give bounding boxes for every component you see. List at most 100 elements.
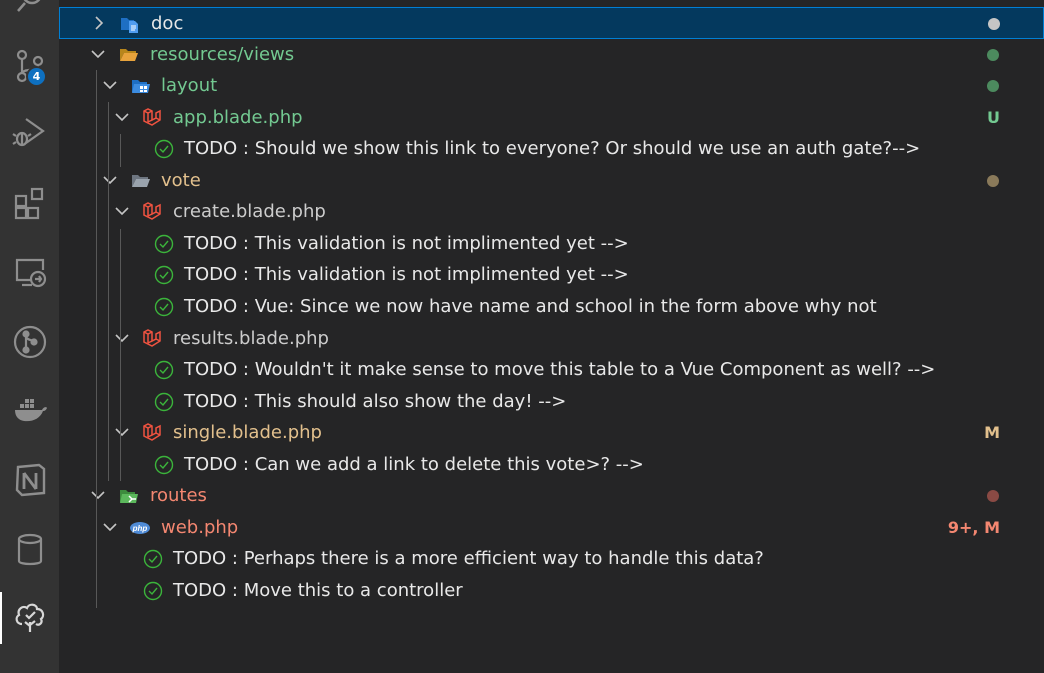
todo-check-icon (154, 392, 174, 412)
doc-folder-icon (120, 14, 140, 34)
svg-text:php: php (132, 524, 148, 533)
todo-item[interactable]: TODO : This should also show the day! --… (59, 386, 1044, 418)
tree-folder-row[interactable]: layout (59, 70, 1044, 102)
git-decoration: M (984, 423, 1000, 443)
run-debug-activity-button[interactable] (0, 106, 59, 158)
todo-label: TODO : Wouldn't it make sense to move th… (184, 359, 936, 381)
tree-file-row[interactable]: results.blade.php (59, 323, 1044, 355)
php-icon: php (130, 518, 150, 538)
todo-check-icon (154, 360, 174, 380)
laravel-icon (142, 328, 162, 349)
todo-item[interactable]: TODO : Move this to a controller (59, 575, 1044, 607)
indent-guide (96, 544, 97, 608)
vscode-window: 4 doc resources/views layout app.blade.php U… (0, 0, 1044, 673)
gitlens-icon (12, 324, 48, 360)
todo-check-icon (154, 265, 174, 285)
remote-explorer-icon (12, 254, 48, 290)
tree-item-label: routes (150, 485, 207, 507)
gitlens-activity-button[interactable] (0, 316, 59, 368)
tree-item-label: resources/views (150, 43, 295, 65)
tree-file-row[interactable]: php web.php 9+, M (59, 512, 1044, 544)
extensions-icon (12, 186, 48, 222)
todo-tree-icon (12, 600, 48, 636)
folder-open-icon (119, 45, 139, 65)
search-icon (12, 0, 48, 36)
todo-item[interactable]: TODO : Should we show this link to every… (59, 133, 1044, 165)
tree-item-label: doc (151, 13, 184, 34)
todo-label: TODO : Vue: Since we now have name and s… (184, 295, 877, 317)
notion-activity-button[interactable] (0, 454, 59, 506)
tree-item-label: layout (161, 75, 218, 97)
todo-check-icon (154, 139, 174, 159)
extensions-activity-button[interactable] (0, 178, 59, 230)
chevron-down-icon[interactable] (114, 424, 130, 440)
chevron-right-icon[interactable] (91, 15, 107, 31)
git-decoration: U (987, 107, 1000, 127)
git-status-dot (988, 18, 1000, 30)
tree-item-label: app.blade.php (173, 106, 303, 128)
chevron-down-icon[interactable] (102, 172, 118, 188)
tree-item-label: web.php (161, 516, 239, 538)
chevron-down-icon[interactable] (90, 46, 106, 62)
tree-file-row[interactable]: create.blade.php (59, 196, 1044, 228)
chevron-down-icon[interactable] (90, 487, 106, 503)
git-status-dot (987, 490, 999, 503)
tree-item-label: single.blade.php (173, 422, 322, 444)
indent-guide (120, 229, 121, 481)
database-icon (12, 532, 48, 568)
git-decoration: 9+, M (947, 517, 1000, 537)
tree-folder-row[interactable]: vote (59, 165, 1044, 197)
source-control-badge: 4 (26, 66, 47, 87)
todo-label: TODO : Move this to a controller (173, 579, 463, 601)
todo-item[interactable]: TODO : Wouldn't it make sense to move th… (59, 354, 1044, 386)
todo-label: TODO : Perhaps there is a more efficient… (173, 548, 764, 570)
docker-icon (12, 392, 48, 428)
docker-activity-button[interactable] (0, 384, 59, 436)
todo-tree-view: doc resources/views layout app.blade.php U TO… (59, 0, 1044, 673)
todo-label: TODO : This should also show the day! --… (184, 390, 567, 412)
tree-item-label: results.blade.php (173, 327, 329, 349)
tree-file-row[interactable]: app.blade.php U (59, 102, 1044, 134)
chevron-down-icon[interactable] (102, 77, 118, 93)
tree-file-row[interactable]: single.blade.php M (59, 417, 1044, 449)
todo-label: TODO : Can we add a link to delete this … (184, 453, 644, 475)
todo-check-icon (143, 581, 163, 601)
todo-label: TODO : This validation is not implimente… (184, 232, 629, 254)
tree-item-label: create.blade.php (173, 201, 326, 223)
laravel-icon (142, 423, 162, 443)
chevron-down-icon[interactable] (114, 203, 130, 219)
indent-guide (96, 70, 97, 608)
chevron-down-icon[interactable] (114, 109, 130, 125)
layout-folder-icon (131, 76, 151, 96)
todo-label: TODO : Should we show this link to every… (184, 138, 921, 160)
run-debug-icon (11, 114, 48, 150)
git-status-dot (987, 80, 999, 93)
activity-bar: 4 (0, 0, 59, 673)
todo-item[interactable]: TODO : Can we add a link to delete this … (59, 449, 1044, 481)
todo-tree-activity-button[interactable] (0, 592, 59, 644)
todo-item[interactable]: TODO : This validation is not implimente… (59, 228, 1044, 260)
todo-item[interactable]: TODO : This validation is not implimente… (59, 259, 1044, 291)
git-status-dot (987, 48, 999, 61)
tree-folder-row[interactable]: resources/views (59, 39, 1044, 71)
tree-item-label: vote (161, 169, 201, 191)
notion-icon (12, 462, 48, 498)
indent-guide (120, 134, 121, 167)
todo-check-icon (154, 297, 174, 317)
routes-folder-icon (119, 486, 139, 506)
search-activity-button[interactable] (0, 0, 59, 44)
todo-item[interactable]: TODO : Perhaps there is a more efficient… (59, 543, 1044, 575)
chevron-down-icon[interactable] (102, 519, 118, 535)
git-status-dot (987, 174, 999, 187)
todo-check-icon (154, 234, 174, 254)
indent-guide (108, 102, 109, 481)
laravel-icon (142, 202, 162, 222)
remote-explorer-activity-button[interactable] (0, 246, 59, 298)
tree-folder-row[interactable]: routes (59, 480, 1044, 512)
todo-label: TODO : This validation is not implimente… (184, 264, 629, 286)
database-activity-button[interactable] (0, 524, 59, 576)
todo-item[interactable]: TODO : Vue: Since we now have name and s… (59, 291, 1044, 323)
tree-folder-row[interactable]: doc (59, 7, 1044, 39)
chevron-down-icon[interactable] (114, 330, 130, 346)
todo-check-icon (154, 455, 174, 475)
